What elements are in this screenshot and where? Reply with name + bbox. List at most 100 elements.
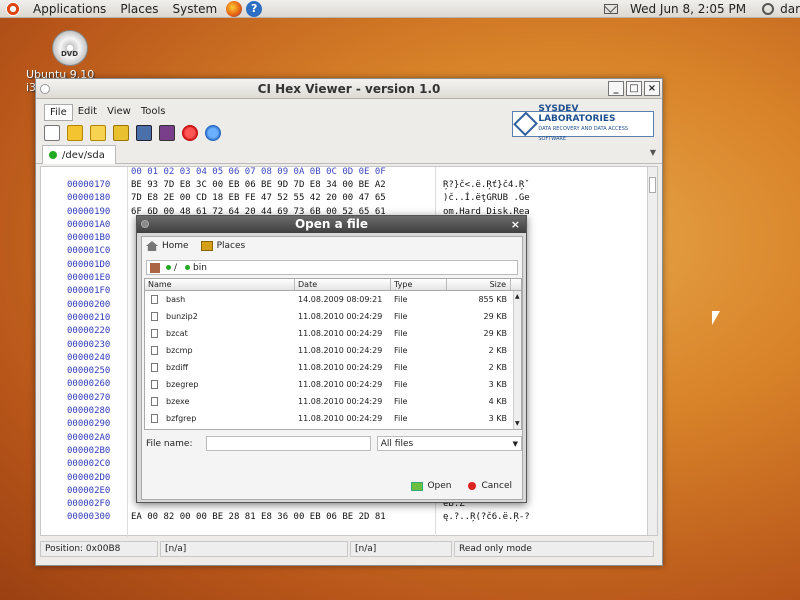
hex-ascii[interactable]: ę.?..Ŗ(?č6.ë.Ŗ-?	[443, 512, 530, 522]
toolbar	[44, 125, 228, 141]
chevron-down-icon: ▼	[513, 440, 518, 448]
tab-strip: /dev/sda ▼	[36, 144, 662, 164]
sysdev-logo: SYSDEV LABORATORIES DATA RECOVERY AND DA…	[512, 111, 654, 137]
file-row[interactable]: bzfgrep11.08.2010 00:24:29File3 KB	[145, 410, 521, 427]
open-button[interactable]: Open	[411, 481, 451, 491]
column-name[interactable]: Name	[145, 279, 295, 290]
firefox-icon[interactable]	[226, 1, 242, 17]
menu-file[interactable]: File	[44, 104, 73, 121]
file-row[interactable]: bzegrep11.08.2010 00:24:29File3 KB	[145, 376, 521, 393]
filename-row: File name: All files ▼	[146, 435, 522, 452]
hex-offset: 000001D0	[67, 260, 110, 270]
user-name[interactable]: dar	[780, 2, 800, 16]
hex-scroll-thumb[interactable]	[649, 177, 656, 193]
hex-offset: 000002D0	[67, 473, 110, 483]
hex-ascii[interactable]: Ŗ?}č<.ë.Ŗť}č4.Ŗˇ	[443, 180, 530, 190]
hex-row[interactable]: 00000170BE 93 7D E8 3C 00 EB 06 BE 9D 7D…	[41, 180, 651, 193]
ubuntu-logo-icon[interactable]	[6, 2, 20, 16]
menu-tools[interactable]: Tools	[136, 104, 171, 121]
file-type: File	[391, 359, 447, 376]
file-row[interactable]: bunzip211.08.2010 00:24:29File29 KB	[145, 308, 521, 325]
dialog-menu-icon[interactable]	[141, 220, 149, 228]
filename-input[interactable]	[206, 436, 371, 451]
file-icon	[151, 329, 158, 338]
path-segment-root[interactable]: /	[174, 263, 177, 273]
power-icon[interactable]	[762, 3, 774, 15]
file-date: 11.08.2010 00:24:29	[295, 376, 391, 393]
file-name: bzegrep	[166, 376, 198, 393]
menu-view[interactable]: View	[102, 104, 136, 121]
cancel-label: Cancel	[482, 481, 513, 491]
top-panel: Applications Places System ? Wed Jun 8, …	[0, 0, 800, 18]
hex-offset: 00000280	[67, 406, 110, 416]
hex-offset: 000002A0	[67, 433, 110, 443]
file-date: 11.08.2010 00:24:29	[295, 308, 391, 325]
file-date: 11.08.2010 00:24:29	[295, 342, 391, 359]
column-size[interactable]: Size	[447, 279, 511, 290]
help-icon[interactable]: ?	[246, 1, 262, 17]
new-file-icon[interactable]	[44, 125, 60, 141]
edit-path-icon[interactable]	[150, 263, 160, 273]
save-as-icon[interactable]	[159, 125, 175, 141]
dialog-close-icon[interactable]: ×	[511, 216, 520, 233]
maximize-button[interactable]: □	[626, 81, 642, 96]
filename-label: File name:	[146, 439, 206, 449]
file-row[interactable]: bzdiff11.08.2010 00:24:29File2 KB	[145, 359, 521, 376]
window-titlebar[interactable]: CI Hex Viewer - version 1.0 _ □ ×	[36, 79, 662, 99]
hex-offset: 00000250	[67, 366, 110, 376]
hex-ascii[interactable]: )č..Í.ëţGRUB .Ge	[443, 193, 530, 203]
hex-row[interactable]: 000001807D E8 2E 00 CD 18 EB FE 47 52 55…	[41, 193, 651, 206]
file-type: File	[391, 342, 447, 359]
hex-offset: 00000300	[67, 512, 110, 522]
about-icon[interactable]	[205, 125, 221, 141]
hex-bytes[interactable]: BE 93 7D E8 3C 00 EB 06 BE 9D 7D E8 34 0…	[131, 180, 386, 190]
menu-applications[interactable]: Applications	[26, 2, 113, 16]
hex-scrollbar[interactable]	[647, 167, 657, 535]
column-type[interactable]: Type	[391, 279, 447, 290]
hex-row[interactable]: 00000300 EA 00 82 00 00 BE 28 81 E8 36 00…	[41, 512, 651, 525]
open-device-icon[interactable]	[113, 125, 129, 141]
minimize-button[interactable]: _	[608, 81, 624, 96]
file-row[interactable]: bzcat11.08.2010 00:24:29File29 KB	[145, 325, 521, 342]
file-list-scrollbar[interactable]: ▲ ▼	[513, 291, 521, 429]
mail-icon[interactable]	[604, 4, 618, 14]
file-filter-select[interactable]: All files ▼	[377, 436, 522, 451]
window-menu-icon[interactable]	[40, 84, 50, 94]
open-disk-icon[interactable]	[90, 125, 106, 141]
menu-system[interactable]: System	[165, 2, 224, 16]
menu-edit[interactable]: Edit	[73, 104, 102, 121]
column-date[interactable]: Date	[295, 279, 391, 290]
tab-list-icon[interactable]: ▼	[650, 148, 656, 157]
home-button[interactable]: Home	[146, 241, 189, 251]
hex-offset: 000001F0	[67, 286, 110, 296]
cancel-button[interactable]: Cancel	[468, 481, 513, 491]
file-row[interactable]: bzexe11.08.2010 00:24:29File4 KB	[145, 393, 521, 410]
hex-offset: 000001A0	[67, 220, 110, 230]
filter-value: All files	[381, 439, 413, 449]
hex-offset: 00000270	[67, 393, 110, 403]
file-row[interactable]: bash14.08.2009 08:09:21File855 KB	[145, 291, 521, 308]
sysdev-logo-icon	[513, 112, 538, 137]
save-icon[interactable]	[136, 125, 152, 141]
hex-offset: 00000220	[67, 326, 110, 336]
file-icon	[151, 397, 158, 406]
scroll-up-icon[interactable]: ▲	[515, 293, 520, 300]
file-name: bash	[166, 291, 185, 308]
tab-dev-sda[interactable]: /dev/sda	[42, 145, 116, 164]
home-icon	[146, 241, 158, 251]
file-name: bzcat	[166, 325, 188, 342]
clock[interactable]: Wed Jun 8, 2:05 PM	[630, 2, 746, 16]
file-row[interactable]: bzcmp11.08.2010 00:24:29File2 KB	[145, 342, 521, 359]
path-segment-bin[interactable]: bin	[193, 263, 207, 273]
file-type: File	[391, 410, 447, 427]
close-file-icon[interactable]	[182, 125, 198, 141]
dialog-titlebar[interactable]: Open a file ×	[137, 216, 526, 233]
hex-bytes[interactable]: 7D E8 2E 00 CD 18 EB FE 47 52 55 42 20 0…	[131, 193, 386, 203]
menu-places[interactable]: Places	[113, 2, 165, 16]
file-date: 11.08.2010 00:24:29	[295, 325, 391, 342]
scroll-down-icon[interactable]: ▼	[515, 420, 520, 427]
places-button[interactable]: Places	[201, 241, 246, 251]
close-button[interactable]: ×	[644, 81, 660, 96]
hex-bytes[interactable]: EA 00 82 00 00 BE 28 81 E8 36 00 EB 06 B…	[131, 512, 386, 522]
open-file-icon[interactable]	[67, 125, 83, 141]
